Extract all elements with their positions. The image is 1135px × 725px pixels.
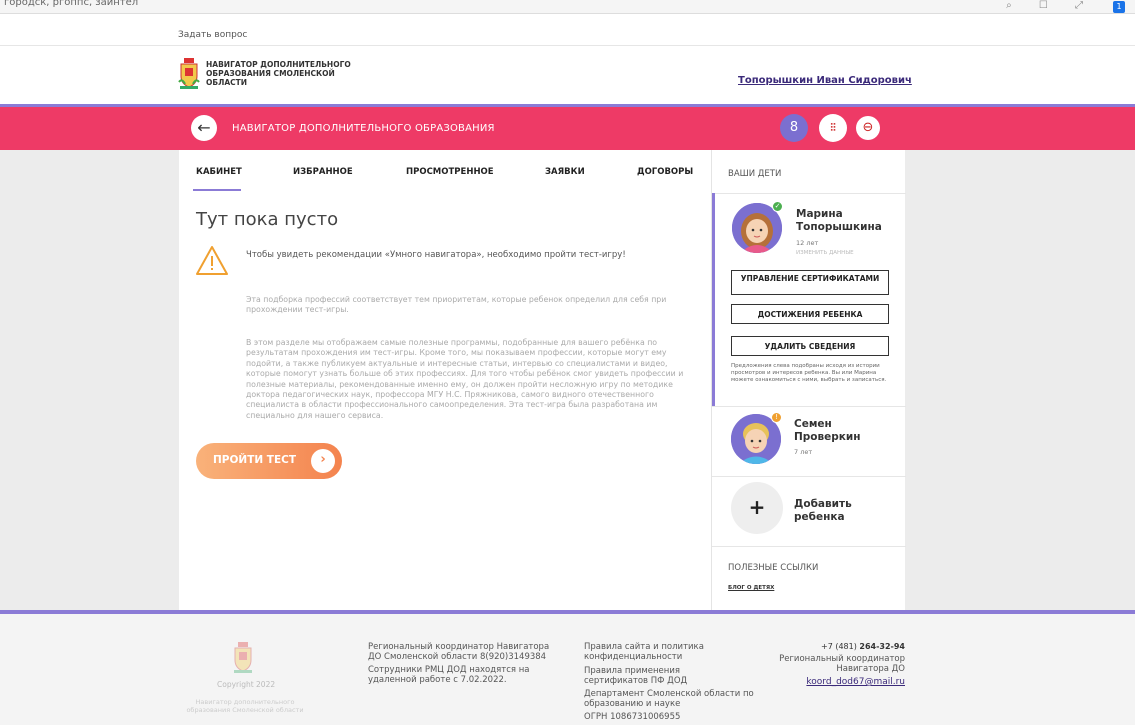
browser-toolbar: городск, ргоппс, заинтел ⌕ ☐ ⤢ 1 <box>0 0 1135 14</box>
department-info: Департамент Смоленской области по образо… <box>584 689 754 709</box>
edit-data-link[interactable]: изменить данные <box>796 250 854 256</box>
logout-icon[interactable]: ⊖ <box>856 116 880 140</box>
info-paragraph-1: Эта подборка профессий соответствует тем… <box>246 295 667 315</box>
child-name[interactable]: Семен Проверкин <box>794 418 894 444</box>
warning-text: Чтобы увидеть рекомендации «Умного навиг… <box>246 250 626 260</box>
back-arrow-icon[interactable]: ← <box>191 115 217 141</box>
coordinator-info: Региональный координатор Навигатора ДО С… <box>368 642 550 662</box>
tab-viewed[interactable]: ПРОСМОТРЕННОЕ <box>406 167 494 177</box>
plus-icon: + <box>731 482 783 534</box>
add-child-label: Добавить ребенка <box>794 498 852 523</box>
tab-contracts[interactable]: ДОГОВОРЫ <box>637 167 693 177</box>
main-navbar: ← НАВИГАТОР ДОПОЛНИТЕЛЬНОГО ОБРАЗОВАНИЯ … <box>0 104 1135 150</box>
browser-url[interactable]: городск, ргоппс, заинтел <box>4 0 138 8</box>
navbar-title[interactable]: НАВИГАТОР ДОПОЛНИТЕЛЬНОГО ОБРАЗОВАНИЯ <box>232 123 495 134</box>
coat-of-arms-icon <box>234 642 252 673</box>
useful-links-heading: ПОЛЕЗНЫЕ ССЫЛКИ <box>728 563 819 573</box>
top-bar: Задать вопрос <box>0 14 1135 46</box>
cabinet-main-panel: КАБИНЕТ ИЗБРАННОЕ ПРОСМОТРЕННОЕ ЗАЯВКИ Д… <box>179 150 711 610</box>
active-tab-indicator <box>193 189 241 191</box>
footer-phone[interactable]: +7 (481) 264-32-94 <box>821 642 905 651</box>
empty-state-title: Тут пока пусто <box>196 209 339 230</box>
filter-sliders-icon[interactable]: ⫶⫶ <box>819 114 847 142</box>
take-test-button[interactable]: ПРОЙТИ ТЕСТ › <box>196 443 342 479</box>
browser-controls[interactable]: ⌕ ☐ ⤢ <box>1006 0 1095 11</box>
alert-badge-icon: ! <box>771 412 782 423</box>
user-profile-icon[interactable]: 8 <box>780 114 808 142</box>
tab-cabinet[interactable]: КАБИНЕТ <box>196 167 242 177</box>
user-name-link[interactable]: Топорышкин Иван Сидорович <box>738 75 912 86</box>
warning-icon <box>196 246 228 275</box>
logo-text[interactable]: Навигатор дополнительного образования См… <box>206 60 376 87</box>
blog-link[interactable]: Блог о детях <box>728 585 774 591</box>
divider <box>712 546 906 547</box>
manage-certificates-button[interactable]: УПРАВЛЕНИЕ СЕРТИФИКАТАМИ <box>731 270 889 295</box>
extension-icon[interactable]: 1 <box>1113 1 1125 13</box>
rmc-remote-notice: Сотрудники РМЦ ДОД находятся на удаленно… <box>368 665 530 685</box>
child-name[interactable]: Марина Топорышкина <box>796 208 896 234</box>
verified-check-icon: ✓ <box>772 201 783 212</box>
take-test-label: ПРОЙТИ ТЕСТ <box>213 454 297 466</box>
child-achievements-button[interactable]: ДОСТИЖЕНИЯ РЕБЕНКА <box>731 304 889 324</box>
footer-navigator-caption: Навигатор дополнительного образования См… <box>186 698 304 714</box>
coordinator-email-link[interactable]: koord_dod67@mail.ru <box>806 677 905 687</box>
site-header: Навигатор дополнительного образования См… <box>0 46 1135 104</box>
child-card-semen[interactable]: ! Семен Проверкин 7 лет <box>712 406 906 476</box>
info-paragraph-2: В этом разделе мы отображаем самые полез… <box>246 338 684 420</box>
site-rules-link[interactable]: Правила сайта и политика конфиденциально… <box>584 642 714 662</box>
your-children-heading: ВАШИ ДЕТИ <box>728 169 782 179</box>
chevron-right-icon: › <box>311 449 335 473</box>
logo-line-2: образования Смоленской <box>206 69 335 78</box>
tab-applications[interactable]: ЗАЯВКИ <box>545 167 585 177</box>
recommendation-note: Предложения слева подобраны исходя из ис… <box>731 363 887 383</box>
site-footer: Copyright 2022 Навигатор дополнительного… <box>0 610 1135 725</box>
children-sidebar: ВАШИ ДЕТИ ✓ Марина Топорышкина 12 лет из… <box>711 150 906 610</box>
add-child-button[interactable]: + Добавить ребенка <box>712 476 906 546</box>
ogrn: ОГРН 1086731006955 <box>584 712 681 722</box>
phone-prefix: +7 (481) <box>821 642 860 651</box>
phone-number: 264-32-94 <box>859 642 905 651</box>
logo-line-3: области <box>206 78 248 87</box>
regional-coordinator-label: Региональный координатор Навигатора ДО <box>779 654 905 674</box>
child-card-marina[interactable]: ✓ Марина Топорышкина 12 лет изменить дан… <box>712 193 906 406</box>
child-age: 12 лет <box>796 239 819 247</box>
coat-of-arms-icon[interactable] <box>178 58 200 90</box>
delete-data-button[interactable]: УДАЛИТЬ СВЕДЕНИЯ <box>731 336 889 356</box>
tab-favorites[interactable]: ИЗБРАННОЕ <box>293 167 353 177</box>
child-age: 7 лет <box>794 448 813 456</box>
certificate-rules-link[interactable]: Правила применения сертификатов ПФ ДОД <box>584 666 704 686</box>
ask-question-link[interactable]: Задать вопрос <box>178 30 247 40</box>
logo-line-1: Навигатор дополнительного <box>206 60 351 69</box>
cabinet-tabs: КАБИНЕТ ИЗБРАННОЕ ПРОСМОТРЕННОЕ ЗАЯВКИ Д… <box>179 150 711 192</box>
copyright: Copyright 2022 <box>217 680 276 689</box>
